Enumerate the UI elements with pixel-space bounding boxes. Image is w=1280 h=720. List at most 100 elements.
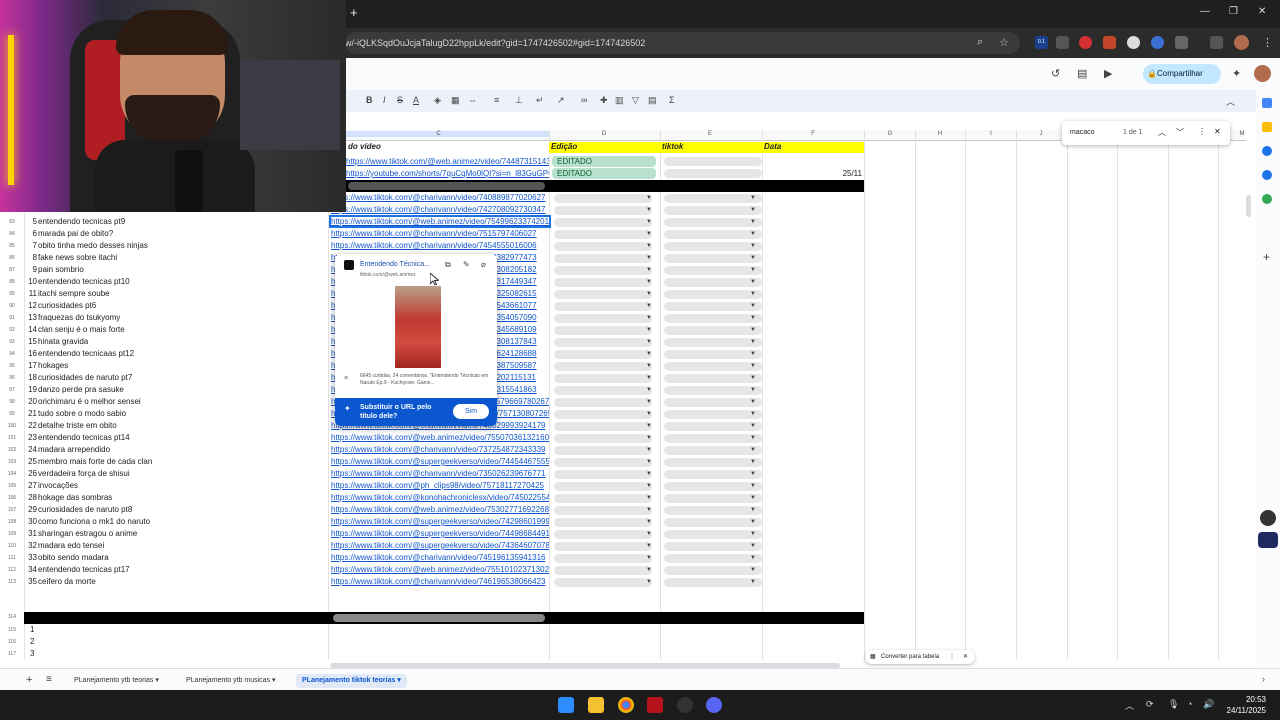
- extension-shield-icon[interactable]: [1151, 36, 1164, 49]
- file-explorer-icon[interactable]: [588, 697, 604, 713]
- title-text[interactable]: detalhe triste em obito: [38, 421, 325, 430]
- edicao-dropdown[interactable]: ▼: [554, 482, 652, 491]
- edicao-dropdown[interactable]: ▼: [554, 518, 652, 527]
- bold-icon[interactable]: B: [366, 95, 373, 105]
- title-text[interactable]: tudo sobre o modo sabio: [38, 409, 325, 418]
- link-icon[interactable]: ∞: [581, 95, 587, 105]
- share-button[interactable]: 🔒 Compartilhar: [1143, 64, 1221, 84]
- title-cell[interactable]: 21: [26, 409, 37, 418]
- account-avatar[interactable]: [1254, 65, 1271, 82]
- date-cell[interactable]: 25/11: [812, 169, 862, 178]
- title-cell[interactable]: 28: [26, 493, 37, 502]
- add-addon-icon[interactable]: +: [1263, 250, 1270, 264]
- tiktok-dropdown[interactable]: ▼: [664, 446, 762, 455]
- tiktok-dropdown[interactable]: ▼: [664, 578, 762, 587]
- edicao-dropdown[interactable]: ▼: [554, 218, 652, 227]
- rotate-icon[interactable]: ↗: [557, 95, 565, 106]
- title-cell[interactable]: 30: [26, 517, 37, 526]
- link-cell[interactable]: https://www.tiktok.com/@supergeekverso/v…: [331, 541, 549, 550]
- title-cell[interactable]: 10: [26, 277, 37, 286]
- wrap-icon[interactable]: ↵: [536, 95, 544, 106]
- title-cell[interactable]: 32: [26, 541, 37, 550]
- title-cell[interactable]: 25: [26, 457, 37, 466]
- column-header-j[interactable]: J: [1031, 131, 1051, 137]
- title-cell[interactable]: 16: [26, 349, 37, 358]
- edicao-dropdown[interactable]: ▼: [554, 446, 652, 455]
- link-cell[interactable]: https://www.tiktok.com/@konohachronicles…: [331, 493, 549, 502]
- tiktok-dropdown[interactable]: ▼: [664, 494, 762, 503]
- link-cell[interactable]: https://www.tiktok.com/@web.animez/video…: [331, 433, 549, 442]
- link-cell[interactable]: https://www.tiktok.com/@web.animez/video…: [329, 215, 551, 228]
- taskbar-clock[interactable]: 20:53 24/11/2025: [1227, 694, 1266, 716]
- capcut-icon[interactable]: [647, 697, 663, 713]
- row-number[interactable]: 87: [0, 267, 24, 273]
- convert-to-table-chip[interactable]: ▦ Converter para tabela ⋮ ✕: [865, 650, 975, 664]
- profile-avatar[interactable]: [1234, 35, 1249, 50]
- tray-mic-icon[interactable]: 🎙: [1168, 699, 1179, 710]
- title-text[interactable]: fraquezas do tsukyomy: [38, 313, 325, 322]
- find-options-icon[interactable]: ⋮: [1198, 127, 1206, 136]
- align-icon[interactable]: ≡: [494, 95, 499, 105]
- column-header-d[interactable]: D: [594, 131, 614, 137]
- number-cell[interactable]: 2: [30, 637, 34, 646]
- row-number[interactable]: 105: [0, 483, 24, 489]
- tiktok-dropdown[interactable]: ▼: [664, 278, 762, 287]
- restore-button[interactable]: ❐: [1229, 6, 1238, 17]
- column-header-h[interactable]: H: [930, 131, 950, 137]
- row-number[interactable]: 89: [0, 291, 24, 297]
- title-cell[interactable]: 26: [26, 469, 37, 478]
- edicao-dropdown[interactable]: ▼: [554, 326, 652, 335]
- edicao-dropdown[interactable]: ▼: [554, 374, 652, 383]
- chrome-icon[interactable]: [618, 697, 634, 713]
- search-icon[interactable]: ⌕: [977, 36, 983, 49]
- tiktok-dropdown[interactable]: ▼: [664, 386, 762, 395]
- wifi-icon[interactable]: ◔: [1187, 699, 1192, 709]
- title-text[interactable]: como funciona o mk1 do naruto: [38, 517, 325, 526]
- tiktok-dropdown[interactable]: ▼: [664, 566, 762, 575]
- title-text[interactable]: hokages: [38, 361, 325, 370]
- row-number[interactable]: 116: [0, 639, 24, 645]
- tiktok-dropdown[interactable]: ▼: [664, 338, 762, 347]
- edicao-dropdown[interactable]: ▼: [554, 242, 652, 251]
- edicao-dropdown[interactable]: ▼: [554, 578, 652, 587]
- edicao-dropdown[interactable]: ▼: [554, 506, 652, 515]
- title-text[interactable]: marada pai de obito?: [38, 229, 325, 238]
- title-cell[interactable]: 7: [26, 241, 37, 250]
- row-number[interactable]: 107: [0, 507, 24, 513]
- title-text[interactable]: hokage das sombras: [38, 493, 325, 502]
- link-cell[interactable]: https://www.tiktok.com/@charivann/video/…: [331, 205, 549, 214]
- video-thumbnail[interactable]: [395, 286, 441, 368]
- row-number[interactable]: 97: [0, 387, 24, 393]
- tiktok-dropdown[interactable]: ▼: [664, 242, 762, 251]
- title-text[interactable]: entendendo tecnicas pt9: [38, 217, 325, 226]
- close-window-button[interactable]: ✕: [1258, 6, 1266, 17]
- tray-sync-icon[interactable]: ⟳: [1146, 699, 1154, 710]
- start-icon[interactable]: [558, 697, 574, 713]
- title-text[interactable]: ceifero da morte: [38, 577, 325, 586]
- column-header-c[interactable]: C: [328, 131, 549, 137]
- title-text[interactable]: verdadeira força de shisui: [38, 469, 325, 478]
- edicao-dropdown[interactable]: ▼: [554, 290, 652, 299]
- title-text[interactable]: entendendo tecnicas pt10: [38, 277, 325, 286]
- tiktok-dropdown[interactable]: [664, 157, 762, 166]
- tiktok-dropdown[interactable]: ▼: [664, 218, 762, 227]
- edit-icon[interactable]: ✎: [463, 260, 470, 269]
- title-text[interactable]: entendendo tecnicaas pt12: [38, 349, 325, 358]
- edicao-dropdown[interactable]: ▼: [554, 494, 652, 503]
- title-text[interactable]: membro mais forte de cada clan: [38, 457, 325, 466]
- calendar-icon[interactable]: [1262, 98, 1272, 108]
- extensions-puzzle-icon[interactable]: [1175, 36, 1188, 49]
- column-header-e[interactable]: E: [700, 131, 720, 137]
- edicao-dropdown[interactable]: ▼: [554, 434, 652, 443]
- tiktok-dropdown[interactable]: ▼: [664, 554, 762, 563]
- row-number[interactable]: 100: [0, 423, 24, 429]
- row-number[interactable]: 109: [0, 531, 24, 537]
- header-cell-data[interactable]: Data: [762, 142, 864, 153]
- chart-icon[interactable]: ▥: [615, 95, 624, 106]
- row-number[interactable]: 112: [0, 567, 24, 573]
- chip-options-icon[interactable]: ⋮: [949, 650, 955, 664]
- explore-arrow-icon[interactable]: ›: [1262, 674, 1265, 684]
- link-cell[interactable]: https://www.tiktok.com/@web.animez/video…: [331, 505, 549, 514]
- column-header-i[interactable]: I: [981, 131, 1001, 137]
- edicao-dropdown[interactable]: ▼: [554, 194, 652, 203]
